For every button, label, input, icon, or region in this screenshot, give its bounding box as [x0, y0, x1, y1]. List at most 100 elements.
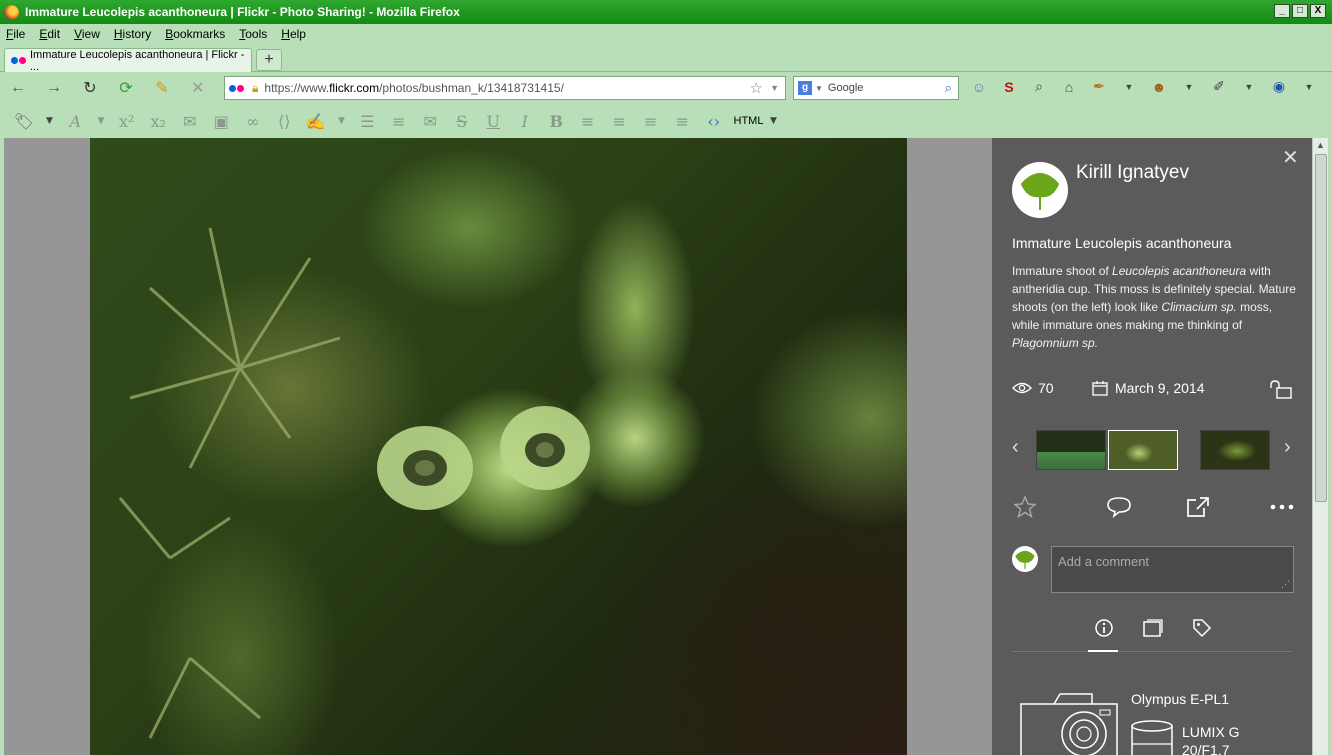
prev-photo-thumbnail[interactable] — [1036, 430, 1106, 470]
addon-dropdown4-icon[interactable]: ▼ — [1298, 82, 1320, 92]
page-content: ✕ Kirill Ignatyev Immature Leucolepis ac… — [4, 138, 1328, 755]
font-dropdown-icon[interactable]: ▼ — [91, 116, 111, 126]
search-icon[interactable]: ⌕ — [945, 80, 952, 96]
strikethrough-icon[interactable]: S — [446, 112, 478, 131]
scroll-up-icon[interactable]: ▲ — [1316, 140, 1325, 150]
html-dropdown-icon[interactable]: ▼ — [763, 116, 783, 126]
comment-bubble-icon[interactable] — [1106, 496, 1132, 521]
italic-icon[interactable]: I — [509, 112, 541, 131]
bullet-list-icon[interactable]: ☰ — [352, 112, 384, 131]
addon-mask-icon[interactable]: ☺ — [968, 79, 990, 95]
refresh-green-icon[interactable]: ⟳ — [108, 78, 144, 98]
menu-file[interactable]: File — [6, 27, 25, 41]
menu-tools[interactable]: Tools — [239, 27, 267, 41]
justify-icon[interactable]: ≡ — [572, 112, 604, 131]
bookmark-star-icon[interactable]: ☆ — [750, 79, 763, 97]
resize-grip-icon[interactable]: ⋰ — [1281, 579, 1290, 590]
reload-icon[interactable]: ↻ — [72, 78, 108, 98]
author-name[interactable]: Kirill Ignatyev — [1076, 162, 1189, 184]
color-wheel-icon[interactable]: ◉ — [1268, 78, 1290, 95]
comment-icon[interactable]: ✉ — [415, 112, 447, 131]
menu-view[interactable]: View — [74, 27, 100, 41]
close-icon[interactable]: ✕ — [1282, 148, 1299, 168]
engine-dropdown-icon[interactable]: ▼ — [815, 84, 823, 93]
current-photo-thumbnail[interactable] — [1108, 430, 1178, 470]
window-controls: _ □ X — [1274, 4, 1326, 18]
zoom-icon[interactable]: ⌕ — [1028, 78, 1050, 95]
paint-dropdown-icon[interactable]: ▼ — [332, 116, 352, 126]
search-bar[interactable]: g ▼ Google ⌕ — [793, 76, 959, 100]
addon-brush-icon[interactable]: ✒ — [1088, 78, 1110, 95]
align-right-icon[interactable]: ≡ — [635, 112, 667, 131]
code-icon[interactable]: ⟨⟩ — [269, 112, 301, 131]
url-dropdown-icon[interactable]: ▼ — [770, 83, 779, 93]
menu-bookmarks[interactable]: Bookmarks — [165, 27, 225, 41]
more-options-icon[interactable] — [1270, 500, 1294, 514]
next-photo-thumbnail[interactable] — [1200, 430, 1270, 470]
bold-icon[interactable]: B — [541, 112, 573, 131]
tab-flickr[interactable]: Immature Leucolepis acanthoneura | Flick… — [4, 48, 252, 73]
stop-icon[interactable]: ✕ — [180, 78, 216, 98]
back-arrow-icon[interactable]: ← — [0, 79, 36, 97]
info-tabs — [1012, 616, 1292, 652]
subscript-icon[interactable]: x₂ — [143, 112, 175, 131]
align-center-icon[interactable]: ≡ — [667, 112, 699, 131]
paint-icon[interactable]: ✍ — [300, 112, 332, 131]
menu-history[interactable]: History — [114, 27, 151, 41]
addon-dropdown3-icon[interactable]: ▼ — [1238, 82, 1260, 92]
eyedropper-icon[interactable]: ✐ — [1208, 78, 1230, 95]
share-icon[interactable] — [1186, 496, 1210, 521]
maximize-button[interactable]: □ — [1292, 4, 1308, 18]
addon-monkey-icon[interactable]: ☻ — [1148, 79, 1170, 95]
link-icon[interactable]: ∞ — [237, 112, 269, 131]
menu-help[interactable]: Help — [281, 27, 306, 41]
firefox-icon — [4, 4, 19, 20]
favorite-star-icon[interactable] — [1013, 495, 1037, 521]
chevron-right-icon[interactable]: › — [1284, 436, 1291, 459]
padlock-icon[interactable]: 🔒︎ — [252, 81, 258, 96]
close-window-button[interactable]: X — [1310, 4, 1326, 18]
tag-icon[interactable]: 🏷︎ — [8, 112, 40, 131]
desc-italic-2: Climacium sp. — [1161, 300, 1237, 314]
underline-icon[interactable]: U — [478, 112, 510, 131]
author-avatar[interactable] — [1012, 162, 1068, 218]
chevron-left-icon[interactable]: ‹ — [1012, 436, 1019, 459]
html-button[interactable]: HTML — [734, 115, 764, 127]
align-left-icon[interactable]: ≡ — [604, 112, 636, 131]
minimize-button[interactable]: _ — [1274, 4, 1290, 18]
google-engine-icon[interactable]: g — [798, 81, 812, 95]
tab-bar: Immature Leucolepis acanthoneura | Flick… — [0, 44, 1332, 73]
unlock-icon[interactable] — [1270, 380, 1292, 403]
editor-toolbar: 🏷︎ ▼ A ▼ x² x₂ ✉ ▣ ∞ ⟨⟩ ✍ ▼ ☰ ≡ ✉ S U I … — [0, 104, 1332, 138]
camera-model[interactable]: Olympus E-PL1 — [1131, 691, 1229, 707]
forward-arrow-icon[interactable]: → — [36, 79, 72, 97]
tab-info-icon[interactable] — [1094, 618, 1114, 641]
addon-dropdown-icon[interactable]: ▼ — [1118, 82, 1140, 92]
addon-dropdown2-icon[interactable]: ▼ — [1178, 82, 1200, 92]
vertical-scrollbar[interactable]: ▲ — [1312, 138, 1328, 755]
superscript-icon[interactable]: x² — [111, 112, 143, 131]
menu-edit[interactable]: Edit — [39, 27, 60, 41]
tab-albums-icon[interactable] — [1142, 618, 1164, 641]
numbered-list-icon[interactable]: ≡ — [383, 112, 415, 131]
addon-s-icon[interactable]: S — [998, 79, 1020, 95]
html-code-icon[interactable]: ‹› — [698, 112, 730, 131]
views-count: 70 — [1038, 380, 1054, 396]
image-icon[interactable]: ▣ — [206, 112, 238, 131]
views-stat: 70 — [1012, 380, 1054, 396]
url-bar[interactable]: 🔒︎ https://www. flickr.com/photos/bushman… — [224, 76, 786, 100]
home-icon[interactable]: ⌂ — [1058, 79, 1080, 95]
title-bar: Immature Leucolepis acanthoneura | Flick… — [0, 0, 1332, 24]
comment-input[interactable]: Add a comment ⋰ — [1051, 546, 1294, 593]
scrollbar-thumb[interactable] — [1315, 154, 1327, 502]
user-avatar[interactable] — [1012, 546, 1038, 572]
email-icon[interactable]: ✉ — [174, 112, 206, 131]
tag-dropdown-icon[interactable]: ▼ — [40, 116, 60, 126]
new-tab-button[interactable]: + — [256, 49, 282, 71]
tab-tags-icon[interactable] — [1192, 618, 1212, 641]
ginkgo-leaf-icon — [1020, 173, 1060, 210]
font-icon[interactable]: A — [60, 112, 92, 131]
lens-model[interactable]: LUMIX G 20/F1.7 — [1182, 723, 1252, 755]
main-photo[interactable] — [90, 138, 907, 755]
notepad-icon[interactable]: ✎ — [144, 78, 180, 98]
